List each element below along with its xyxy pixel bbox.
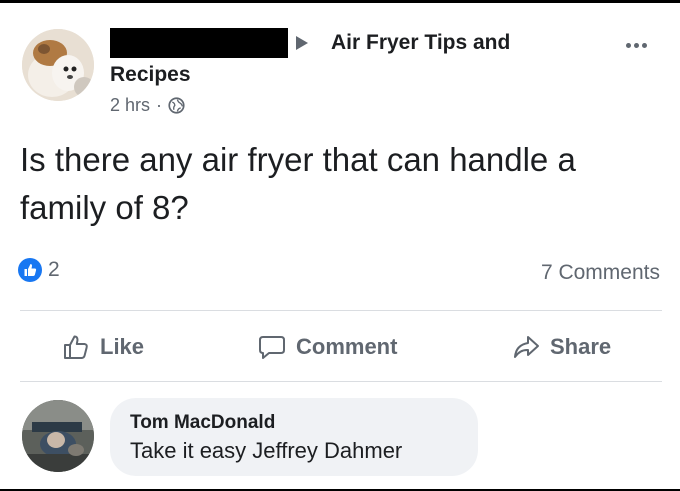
redacted-poster-name bbox=[110, 28, 288, 58]
post-text: Is there any air fryer that can handle a… bbox=[20, 141, 576, 226]
comment-button[interactable]: Comment bbox=[258, 333, 397, 361]
group-name-continued[interactable]: Recipes bbox=[110, 63, 191, 87]
comment-bubble: Tom MacDonald Take it easy Jeffrey Dahme… bbox=[110, 398, 478, 476]
comment-label: Comment bbox=[296, 334, 398, 359]
commenter-avatar[interactable] bbox=[22, 400, 94, 472]
share-label: Share bbox=[550, 334, 612, 359]
post-meta: 2 hrs · bbox=[110, 95, 185, 116]
thumbs-up-outline-icon bbox=[64, 335, 88, 359]
group-name[interactable]: Air Fryer Tips and bbox=[331, 31, 510, 55]
post-time[interactable]: 2 hrs bbox=[110, 95, 150, 116]
poster-avatar-image bbox=[22, 29, 94, 101]
share-arrow-icon bbox=[514, 336, 539, 358]
poster-avatar[interactable] bbox=[22, 29, 94, 101]
commenter-avatar-image bbox=[22, 400, 94, 472]
divider-top bbox=[20, 310, 662, 311]
comment-author[interactable]: Tom MacDonald bbox=[130, 412, 275, 434]
like-count: 2 bbox=[48, 258, 60, 281]
meta-separator: · bbox=[156, 95, 163, 115]
thumbs-up-icon bbox=[18, 258, 42, 282]
reaction-summary[interactable]: 2 bbox=[18, 258, 60, 282]
more-options-icon[interactable] bbox=[626, 43, 647, 48]
speech-bubble-icon bbox=[259, 336, 285, 359]
share-button[interactable]: Share bbox=[512, 333, 611, 361]
like-button[interactable]: Like bbox=[62, 333, 144, 361]
globe-icon bbox=[168, 97, 185, 114]
like-label: Like bbox=[100, 334, 145, 359]
comment-text: Take it easy Jeffrey Dahmer bbox=[130, 438, 403, 463]
divider-bottom bbox=[20, 381, 662, 382]
group-arrow-icon bbox=[296, 36, 308, 50]
post-card: Air Fryer Tips and Recipes 2 hrs · Is th… bbox=[0, 3, 680, 489]
comments-count[interactable]: 7 Comments bbox=[541, 261, 660, 285]
